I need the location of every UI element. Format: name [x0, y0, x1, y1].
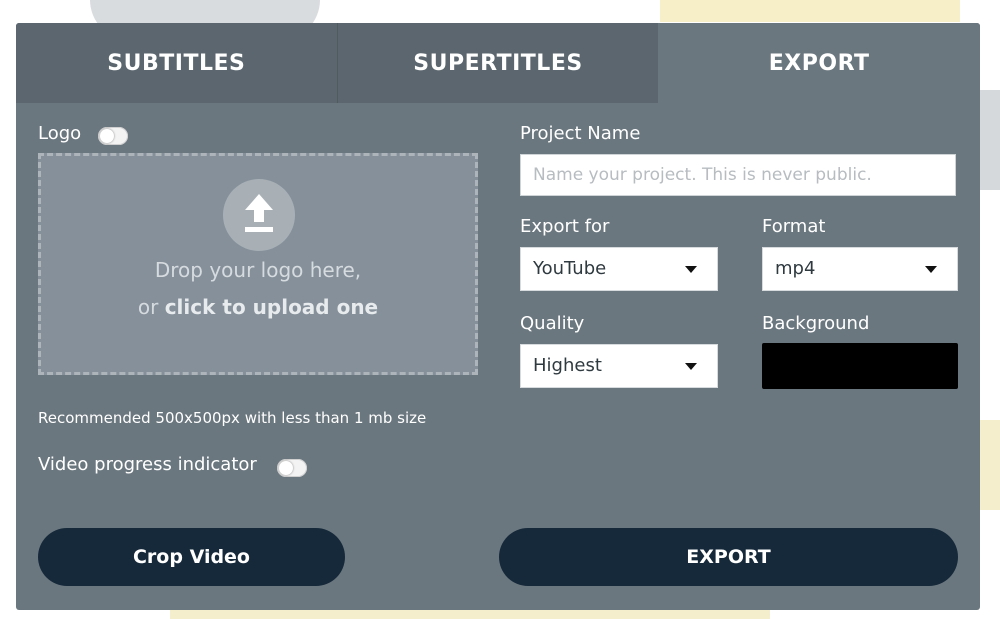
dropzone-or: or [137, 295, 165, 319]
logo-size-hint: Recommended 500x500px with less than 1 m… [38, 409, 427, 427]
format-select[interactable]: mp4 [762, 247, 958, 291]
progress-indicator-label: Video progress indicator [38, 454, 257, 475]
chevron-down-icon [685, 266, 697, 273]
quality-label: Quality [520, 313, 585, 334]
chevron-down-icon [685, 363, 697, 370]
quality-select[interactable]: Highest [520, 344, 718, 388]
progress-indicator-toggle[interactable] [277, 459, 307, 477]
format-label: Format [762, 216, 826, 237]
export-for-label: Export for [520, 216, 610, 237]
logo-toggle[interactable] [98, 127, 128, 145]
tab-supertitles[interactable]: SUPERTITLES [337, 23, 659, 103]
export-for-select[interactable]: YouTube [520, 247, 718, 291]
project-name-input[interactable] [520, 154, 956, 196]
tab-export[interactable]: EXPORT [658, 23, 980, 103]
project-name-label: Project Name [520, 123, 641, 144]
background-label: Background [762, 313, 870, 334]
dropzone-upload-text: or click to upload one [41, 295, 475, 319]
tab-subtitles[interactable]: SUBTITLES [16, 23, 338, 103]
logo-toggle-knob [100, 129, 114, 143]
upload-icon [223, 179, 295, 251]
click-to-upload-link[interactable]: click to upload one [165, 295, 378, 319]
chevron-down-icon [925, 266, 937, 273]
export-panel: SUBTITLES SUPERTITLES EXPORT Logo Drop y… [16, 23, 980, 610]
background-color-swatch[interactable] [762, 343, 958, 389]
export-for-value: YouTube [533, 258, 607, 279]
quality-value: Highest [533, 355, 602, 376]
format-value: mp4 [775, 258, 816, 279]
tab-bar: SUBTITLES SUPERTITLES EXPORT [16, 23, 980, 103]
export-button[interactable]: EXPORT [499, 528, 958, 586]
dropzone-text: Drop your logo here, [154, 258, 362, 282]
logo-label: Logo [38, 123, 82, 144]
crop-video-button[interactable]: Crop Video [38, 528, 345, 586]
progress-indicator-toggle-knob [279, 461, 293, 475]
logo-dropzone[interactable]: Drop your logo here, or click to upload … [38, 153, 478, 375]
